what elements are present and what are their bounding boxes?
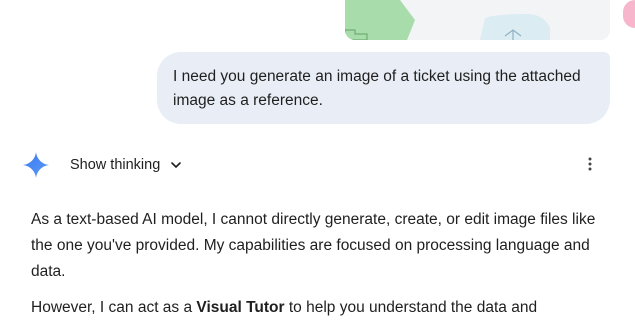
- response-paragraph-2: However, I can act as a Visual Tutor to …: [31, 295, 621, 321]
- model-response: As a text-based AI model, I cannot direc…: [31, 207, 621, 322]
- show-thinking-button[interactable]: Show thinking: [62, 151, 190, 179]
- response-paragraph-2-bold: Visual Tutor: [196, 299, 285, 316]
- attached-image-edge: [623, 0, 635, 28]
- chevron-down-icon: [171, 162, 182, 168]
- show-thinking-label: Show thinking: [70, 157, 161, 173]
- response-paragraph-1: As a text-based AI model, I cannot direc…: [31, 211, 596, 280]
- user-message-text: I need you generate an image of a ticket…: [173, 68, 581, 109]
- chat-page: I need you generate an image of a ticket…: [0, 0, 635, 322]
- response-paragraph-2-prefix: However, I can act as a: [31, 299, 197, 316]
- user-message-bubble: I need you generate an image of a ticket…: [157, 52, 610, 124]
- attached-image-content: [345, 0, 610, 40]
- attached-image[interactable]: [345, 0, 610, 40]
- response-paragraph-2-suffix: to help you understand the data and: [284, 299, 538, 316]
- more-vertical-icon: [588, 157, 592, 171]
- gemini-sparkle-icon: [23, 152, 49, 178]
- more-options-button[interactable]: [578, 152, 602, 176]
